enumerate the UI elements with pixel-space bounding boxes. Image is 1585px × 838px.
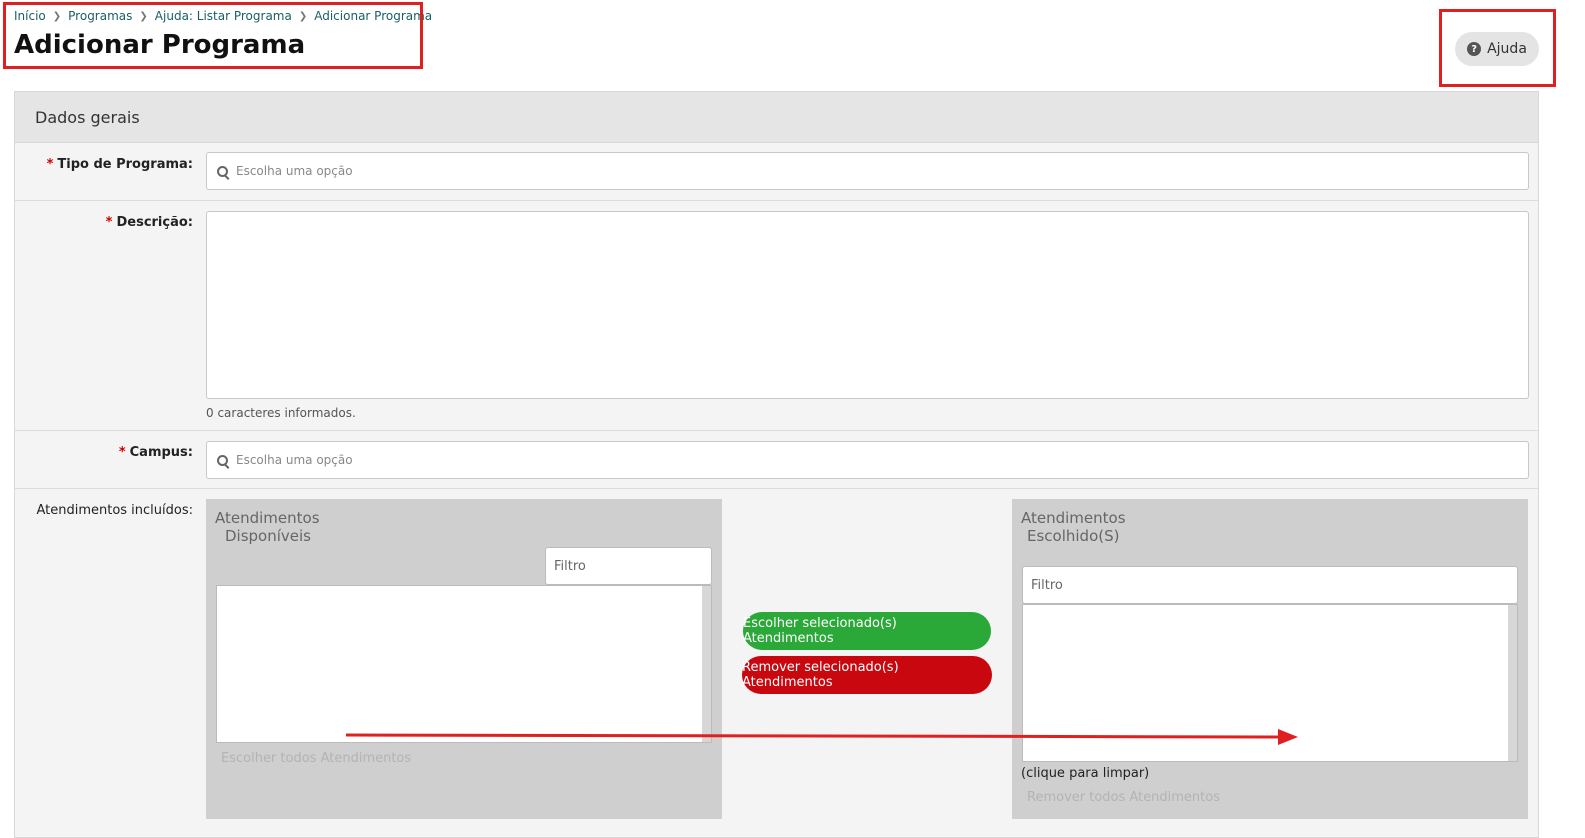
panel-header: Dados gerais [15, 92, 1538, 143]
chevron-right-icon: ❯ [139, 10, 148, 22]
chosen-listbox[interactable] [1022, 604, 1518, 762]
scrollbar[interactable] [1508, 605, 1517, 761]
char-count: 0 caracteres informados. [206, 406, 356, 420]
remove-selected-button[interactable]: Remover selecionado(s) Atendimentos [742, 656, 992, 694]
breadcrumb: Início ❯ Programas ❯ Ajuda: Listar Progr… [14, 9, 432, 23]
required-mark: * [105, 215, 113, 230]
search-icon [217, 454, 228, 466]
chosen-selector: Atendimentos Escolhido(S) Filtro (clique… [1012, 499, 1528, 819]
available-title: Atendimentos Disponíveis [215, 509, 320, 545]
tipo-programa-placeholder: Escolha uma opção [236, 164, 353, 178]
row-tipo-programa: * Tipo de Programa: Escolha uma opção [15, 143, 1538, 201]
row-atendimentos: Atendimentos incluídos: Atendimentos Dis… [15, 489, 1538, 838]
chosen-title: Atendimentos Escolhido(S) [1021, 509, 1126, 545]
form-panel: Dados gerais * Tipo de Programa: Escolha … [14, 91, 1539, 838]
tipo-programa-label: * Tipo de Programa: [46, 157, 193, 172]
row-descricao: * Descrição: 0 caracteres informados. [15, 201, 1538, 431]
breadcrumb-link-ajuda-listar[interactable]: Ajuda: Listar Programa [155, 9, 292, 23]
campus-label: * Campus: [118, 445, 193, 460]
descricao-label: * Descrição: [105, 215, 193, 230]
breadcrumb-link-programas[interactable]: Programas [68, 9, 132, 23]
required-mark: * [118, 445, 126, 460]
atendimentos-label: Atendimentos incluídos: [36, 503, 193, 518]
available-listbox[interactable] [216, 585, 712, 743]
help-button[interactable]: ? Ajuda [1455, 32, 1539, 66]
required-mark: * [46, 157, 54, 172]
help-button-label: Ajuda [1487, 41, 1527, 57]
descricao-textarea[interactable] [206, 211, 1529, 399]
chosen-filter-input[interactable]: Filtro [1022, 566, 1518, 604]
search-icon [217, 165, 228, 177]
chevron-right-icon: ❯ [52, 10, 62, 22]
question-circle-icon: ? [1467, 42, 1482, 56]
page-title: Adicionar Programa [14, 30, 306, 60]
tipo-programa-select[interactable]: Escolha uma opção [206, 152, 1529, 190]
choose-all-link[interactable]: Escolher todos Atendimentos [221, 751, 411, 766]
available-filter-input[interactable]: Filtro [545, 547, 712, 585]
breadcrumb-link-inicio[interactable]: Início [14, 9, 46, 23]
campus-placeholder: Escolha uma opção [236, 453, 353, 467]
remove-all-link[interactable]: Remover todos Atendimentos [1027, 790, 1220, 805]
clear-hint[interactable]: (clique para limpar) [1021, 766, 1149, 781]
campus-select[interactable]: Escolha uma opção [206, 441, 1529, 479]
breadcrumb-link-current[interactable]: Adicionar Programa [314, 9, 432, 23]
row-campus: * Campus: Escolha uma opção [15, 431, 1538, 489]
chevron-right-icon: ❯ [298, 10, 308, 22]
choose-selected-button[interactable]: Escolher selecionado(s) Atendimentos [743, 612, 991, 650]
scrollbar[interactable] [702, 586, 711, 742]
available-selector: Atendimentos Disponíveis Filtro Escolher… [206, 499, 722, 819]
